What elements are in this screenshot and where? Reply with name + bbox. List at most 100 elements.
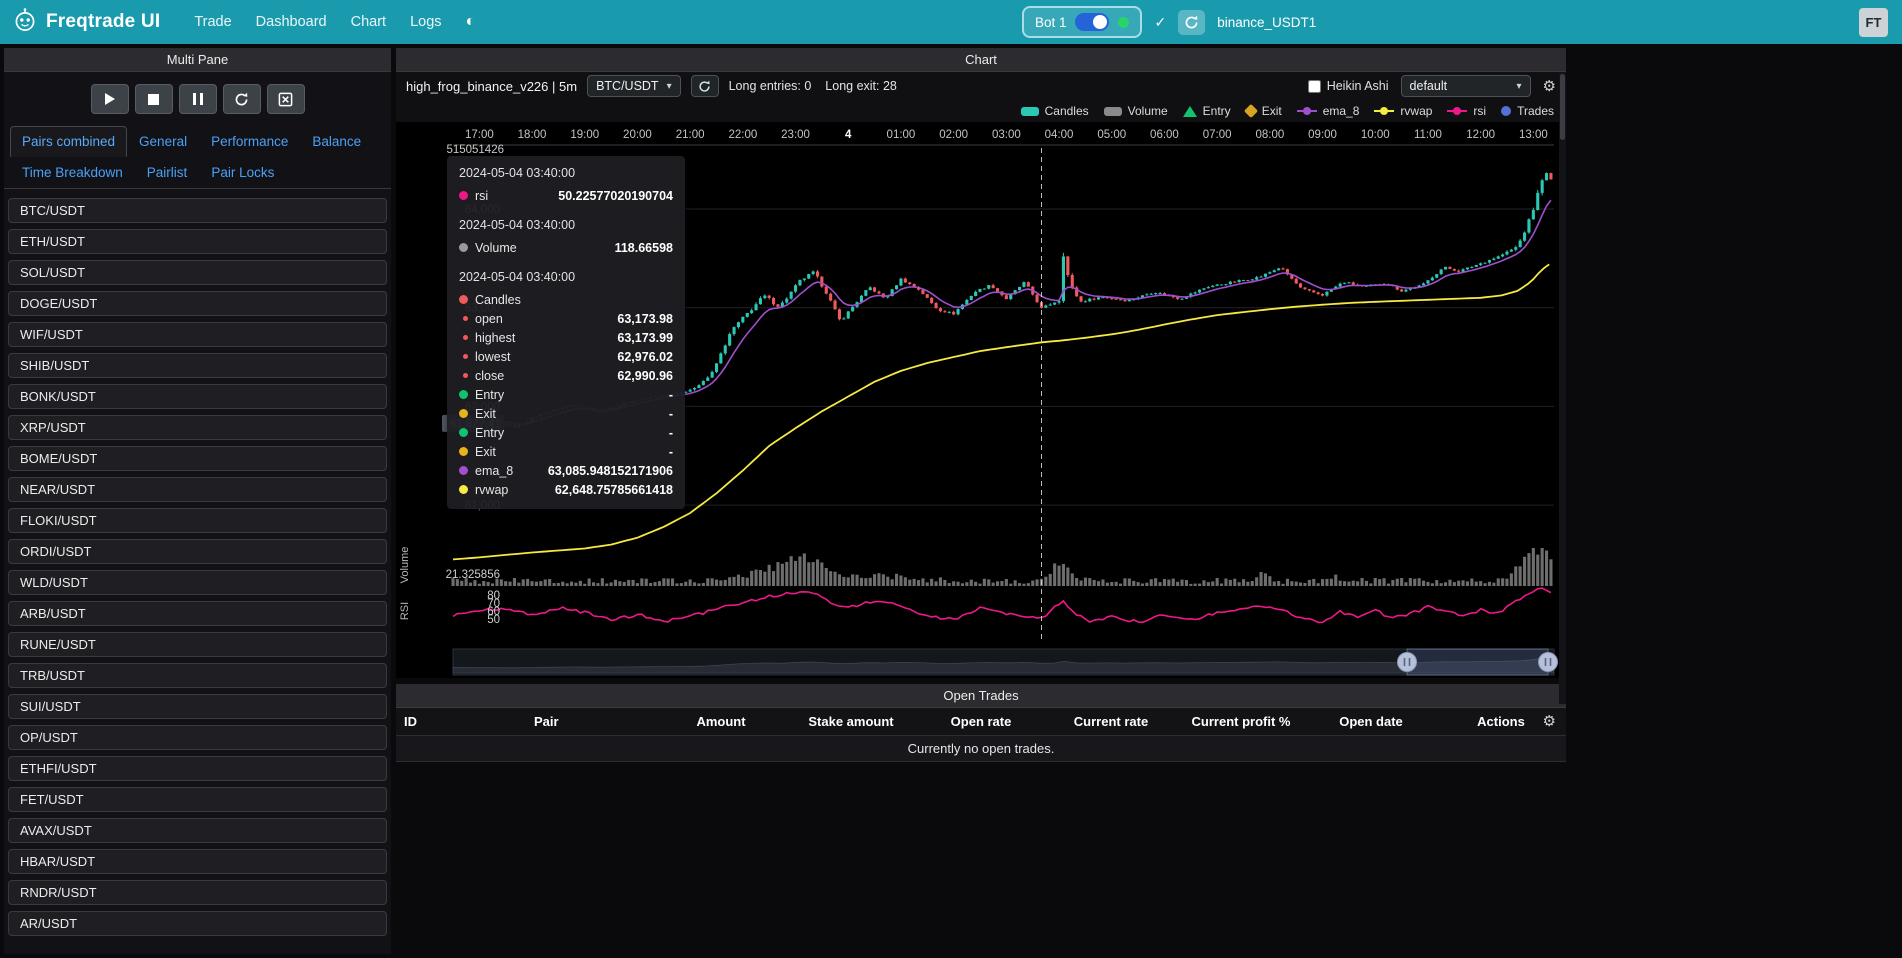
stop-button[interactable] [135,84,173,114]
pair-list-item-shib-usdt[interactable]: SHIB/USDT [8,353,387,378]
svg-text:04:00: 04:00 [1045,129,1074,141]
pair-list-item-ethfi-usdt[interactable]: ETHFI/USDT [8,756,387,781]
tooltip-row-exit: Exit- [459,404,673,423]
legend-item-entry[interactable]: Entry [1183,104,1231,118]
nav-item-dashboard[interactable]: Dashboard [246,8,337,36]
pair-list-item-rune-usdt[interactable]: RUNE/USDT [8,632,387,657]
legend-item-exit[interactable]: Exit [1246,104,1282,118]
pair-list-item-fet-usdt[interactable]: FET/USDT [8,787,387,812]
legend-label: Entry [1203,104,1231,118]
reload-config-button[interactable] [223,84,261,114]
chart-scrollbar[interactable] [1559,72,1566,704]
exchange-label: binance_USDT1 [1217,15,1316,30]
pair-list-item-bonk-usdt[interactable]: BONK/USDT [8,384,387,409]
legend-label: Volume [1128,104,1168,118]
pair-list-item-arb-usdt[interactable]: ARB/USDT [8,601,387,626]
scrollbar-thumb[interactable] [1560,74,1565,140]
pair-list-item-bome-usdt[interactable]: BOME/USDT [8,446,387,471]
datazoom-window[interactable] [1407,649,1548,675]
pair-select[interactable]: BTC/USDT ▾ [587,75,681,97]
pair-list-item-doge-usdt[interactable]: DOGE/USDT [8,291,387,316]
multi-pane-tabs: Pairs combinedGeneralPerformanceBalance T… [4,126,391,189]
rsi-line [453,588,1551,622]
legend-item-volume[interactable]: Volume [1104,104,1168,118]
main-content: Multi Pane Pairs combinedGeneralPerforma… [0,44,1902,954]
tooltip-row-volume: Volume118.66598 [459,238,673,257]
start-button[interactable] [91,84,129,114]
tab-pairs-combined[interactable]: Pairs combined [10,126,127,157]
tab-performance[interactable]: Performance [199,126,300,157]
legend-item-rsi[interactable]: rsi [1447,104,1486,118]
legend-marker-circle [1501,106,1511,116]
nav-item-trade[interactable]: Trade [184,8,241,36]
legend-item-candles[interactable]: Candles [1021,104,1089,118]
pair-list-item-wld-usdt[interactable]: WLD/USDT [8,570,387,595]
bot-selector[interactable]: Bot 1 [1022,6,1143,38]
brand[interactable]: Freqtrade UI [12,7,160,38]
bot-online-toggle[interactable] [1075,13,1109,31]
datazoom-slider[interactable] [453,649,1558,675]
chart-settings-gear-icon[interactable]: ⚙ [1543,77,1556,95]
reload-icon [234,92,249,107]
refresh-chart-button[interactable] [691,75,719,97]
avatar[interactable]: FT [1859,8,1888,37]
heikin-ashi-checkbox[interactable] [1308,80,1321,93]
pair-list-item-eth-usdt[interactable]: ETH/USDT [8,229,387,254]
nav-item-logs[interactable]: Logs [400,8,451,36]
tab-pairlist[interactable]: Pairlist [135,157,200,188]
nav-item-chart[interactable]: Chart [341,8,396,36]
svg-text:12:00: 12:00 [1466,129,1495,141]
tooltip-row-highest: highest63,173.99 [459,328,673,347]
pair-list-item-trb-usdt[interactable]: TRB/USDT [8,663,387,688]
tab-balance[interactable]: Balance [300,126,373,157]
tab-general[interactable]: General [127,126,199,157]
series-dot-icon [459,390,468,399]
chart-region[interactable]: 17:0018:0019:0020:0021:0022:0023:00401:0… [396,122,1566,678]
datazoom-handle-left[interactable] [1398,653,1417,672]
pair-list-item-avax-usdt[interactable]: AVAX/USDT [8,818,387,843]
heikin-ashi-toggle[interactable]: Heikin Ashi [1308,79,1389,93]
pair-list-item-op-usdt[interactable]: OP/USDT [8,725,387,750]
pair-list-item-rndr-usdt[interactable]: RNDR/USDT [8,880,387,905]
pair-list-item-xrp-usdt[interactable]: XRP/USDT [8,415,387,440]
force-exit-button[interactable] [267,84,305,114]
theme-toggle-icon[interactable]: ◐ [462,13,480,31]
svg-text:11:00: 11:00 [1414,129,1442,141]
legend-marker-line [1297,106,1317,116]
pair-list-item-ar-usdt[interactable]: AR/USDT [8,911,387,936]
tooltip-row-exit: Exit- [459,442,673,461]
pair-list-item-sol-usdt[interactable]: SOL/USDT [8,260,387,285]
legend-item-ema-8[interactable]: ema_8 [1297,104,1360,118]
tooltip-label: ema_8 [475,464,541,478]
pause-button[interactable] [179,84,217,114]
legend-marker-rect [1021,107,1039,116]
svg-text:Volume: Volume [399,547,411,584]
pair-list-item-wif-usdt[interactable]: WIF/USDT [8,322,387,347]
plot-config-select[interactable]: default ▾ [1401,75,1531,97]
pair-list-item-near-usdt[interactable]: NEAR/USDT [8,477,387,502]
pair-list-item-floki-usdt[interactable]: FLOKI/USDT [8,508,387,533]
legend-marker-line [1374,106,1394,116]
refresh-bots-button[interactable] [1178,10,1205,35]
series-dot-icon [463,373,468,378]
pair-list-item-btc-usdt[interactable]: BTC/USDT [8,198,387,223]
pair-list-item-ordi-usdt[interactable]: ORDI/USDT [8,539,387,564]
pair-list-item-hbar-usdt[interactable]: HBAR/USDT [8,849,387,874]
open-trades-panel: Open Trades IDPairAmountStake amountOpen… [396,684,1566,762]
pair-list-item-sui-usdt[interactable]: SUI/USDT [8,694,387,719]
legend-label: ema_8 [1323,104,1360,118]
legend-label: rsi [1473,104,1486,118]
legend-label: rvwap [1400,104,1432,118]
tooltip-value: 63,173.99 [617,331,673,345]
series-dot-icon [459,243,468,252]
svg-text:08:00: 08:00 [1255,129,1284,141]
tooltip-section: 2024-05-04 03:40:00Volume118.66598 [459,218,673,257]
series-dot-icon [459,191,468,200]
legend-item-rvwap[interactable]: rvwap [1374,104,1432,118]
bot-name: Bot 1 [1035,15,1067,30]
tab-pair-locks[interactable]: Pair Locks [199,157,286,188]
datazoom-handle-right[interactable] [1539,653,1558,672]
table-settings-gear-icon[interactable]: ⚙ [1543,712,1556,730]
tab-time-breakdown[interactable]: Time Breakdown [10,157,135,188]
legend-item-trades[interactable]: Trades [1501,104,1554,118]
